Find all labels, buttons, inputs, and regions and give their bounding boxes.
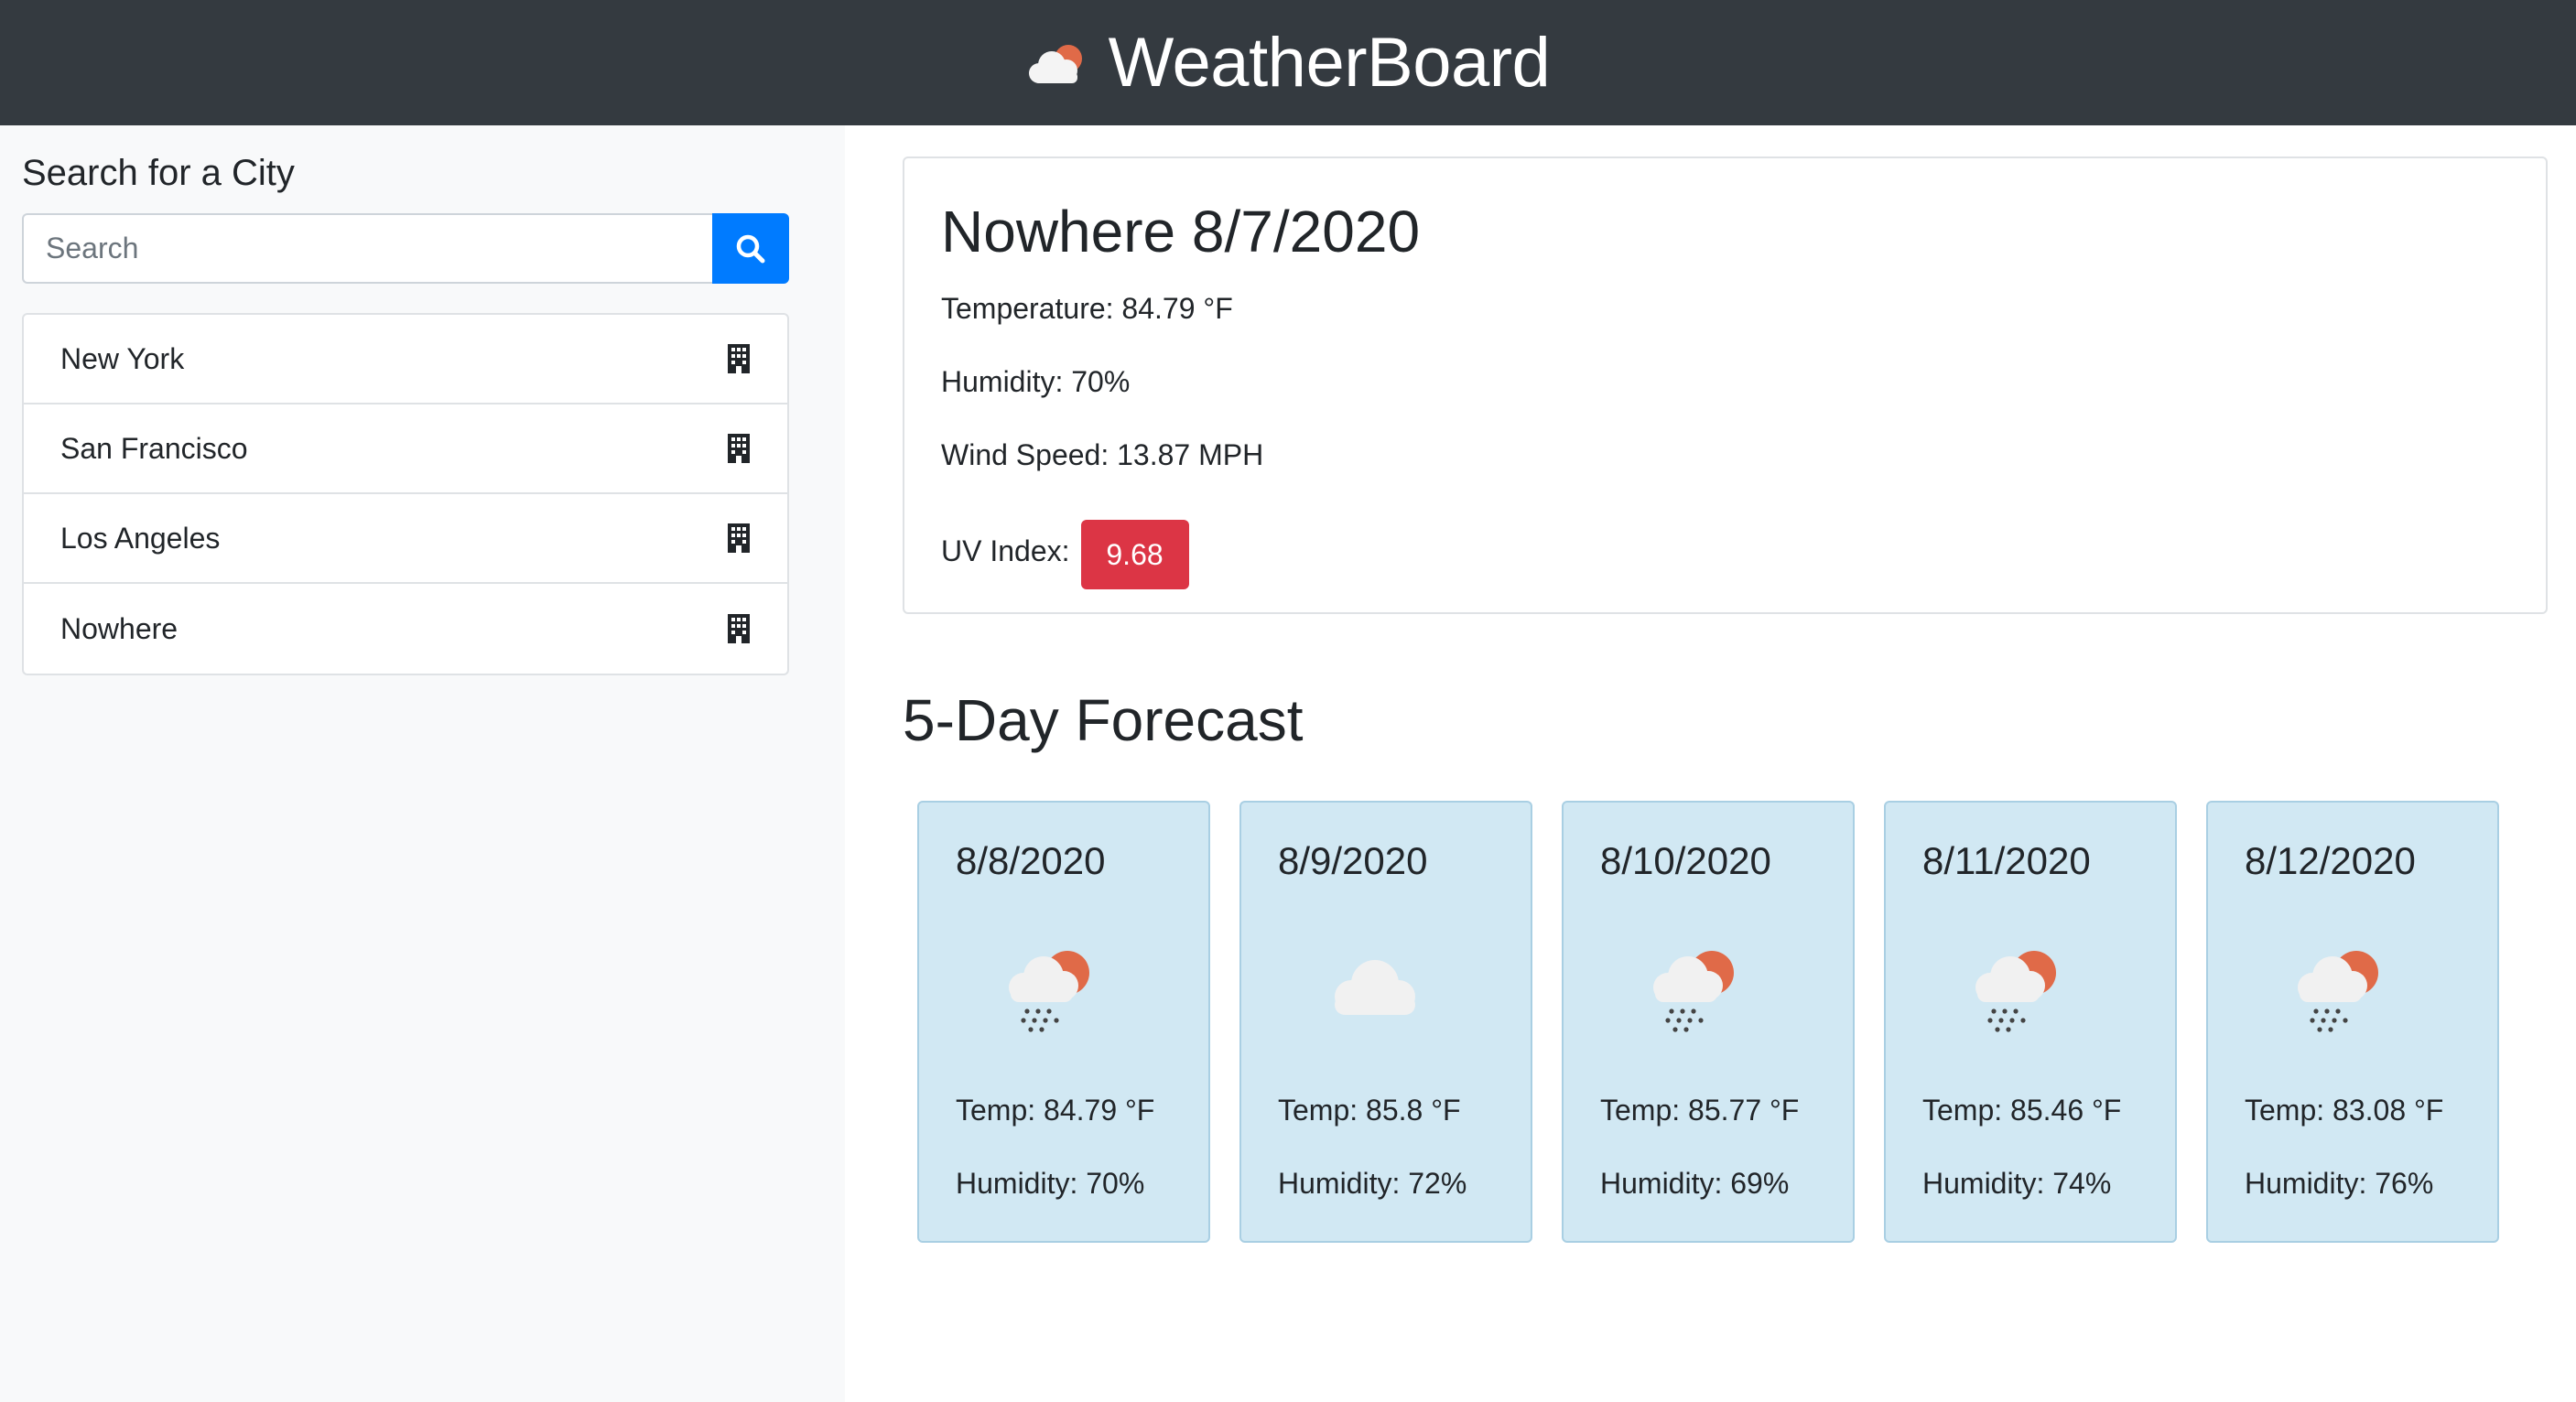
rain-sun-icon bbox=[1009, 951, 1089, 1032]
navbar: WeatherBoard bbox=[0, 0, 2576, 125]
uv-index-label: UV Index: bbox=[941, 534, 1070, 567]
building-icon bbox=[728, 614, 750, 643]
forecast-row: 8/8/2020 Temp: 84.79 °F Humidity: 70% 8/… bbox=[917, 801, 2499, 1243]
city-name: Los Angeles bbox=[60, 521, 221, 555]
sidebar-heading: Search for a City bbox=[22, 153, 295, 193]
forecast-temp: Temp: 85.8 °F bbox=[1278, 1094, 1461, 1127]
building-icon bbox=[728, 523, 750, 553]
forecast-card: 8/12/2020 Temp: 83.08 °F Humidity: 76% bbox=[2206, 801, 2499, 1243]
forecast-temp: Temp: 85.77 °F bbox=[1600, 1094, 1800, 1127]
rain-sun-icon bbox=[2298, 951, 2378, 1032]
rain-sun-icon bbox=[1975, 951, 2056, 1032]
current-wind-speed: Wind Speed: 13.87 MPH bbox=[941, 438, 1264, 471]
cloud-sun-icon bbox=[1028, 44, 1082, 83]
forecast-date: 8/11/2020 bbox=[1922, 839, 2091, 882]
forecast-date: 8/8/2020 bbox=[956, 839, 1106, 882]
brand[interactable]: WeatherBoard bbox=[1026, 23, 1551, 102]
search-input[interactable] bbox=[22, 213, 712, 284]
app-title: WeatherBoard bbox=[1108, 24, 1551, 102]
forecast-temp: Temp: 83.08 °F bbox=[2245, 1094, 2444, 1127]
forecast-humidity: Humidity: 72% bbox=[1278, 1167, 1467, 1200]
city-item-new-york[interactable]: New York bbox=[24, 315, 787, 404]
app-root: WeatherBoard Search for a City New York bbox=[0, 0, 2576, 1402]
forecast-card: 8/8/2020 Temp: 84.79 °F Humidity: 70% bbox=[917, 801, 1210, 1243]
search-icon bbox=[736, 234, 765, 263]
search-button[interactable] bbox=[712, 213, 789, 284]
cloud-icon bbox=[1335, 960, 1415, 1015]
city-list: New York San Francisco Los Angeles Nowhe… bbox=[22, 313, 789, 675]
forecast-temp: Temp: 84.79 °F bbox=[956, 1094, 1155, 1127]
forecast-date: 8/10/2020 bbox=[1600, 839, 1771, 882]
uv-index-row: UV Index: 9.68 bbox=[941, 520, 1189, 589]
forecast-date: 8/9/2020 bbox=[1278, 839, 1428, 882]
current-temperature: Temperature: 84.79 °F bbox=[941, 292, 1233, 325]
current-weather-card: Nowhere 8/7/2020 Temperature: 84.79 °F H… bbox=[903, 156, 2548, 614]
forecast-date: 8/12/2020 bbox=[2245, 839, 2416, 882]
city-item-san-francisco[interactable]: San Francisco bbox=[24, 404, 787, 494]
forecast-temp: Temp: 85.46 °F bbox=[1922, 1094, 2122, 1127]
forecast-humidity: Humidity: 69% bbox=[1600, 1167, 1790, 1200]
current-city-title: Nowhere 8/7/2020 bbox=[941, 199, 1421, 264]
forecast-humidity: Humidity: 70% bbox=[956, 1167, 1145, 1200]
forecast-card: 8/9/2020 Temp: 85.8 °F Humidity: 72% bbox=[1239, 801, 1532, 1243]
sidebar: Search for a City New York bbox=[0, 125, 845, 1402]
building-icon bbox=[728, 344, 750, 373]
uv-index-badge: 9.68 bbox=[1080, 520, 1189, 589]
city-item-los-angeles[interactable]: Los Angeles bbox=[24, 494, 787, 584]
rain-sun-icon bbox=[1653, 951, 1734, 1032]
current-humidity: Humidity: 70% bbox=[941, 365, 1131, 398]
forecast-card: 8/10/2020 Temp: 85.77 °F Humidity: 69% bbox=[1562, 801, 1855, 1243]
forecast-humidity: Humidity: 76% bbox=[2245, 1167, 2434, 1200]
city-name: San Francisco bbox=[60, 431, 248, 465]
building-icon bbox=[728, 434, 750, 463]
city-name: Nowhere bbox=[60, 611, 179, 645]
forecast-heading: 5-Day Forecast bbox=[903, 687, 1304, 753]
forecast-card: 8/11/2020 Temp: 85.46 °F Humidity: 74% bbox=[1884, 801, 2177, 1243]
forecast-humidity: Humidity: 74% bbox=[1922, 1167, 2112, 1200]
search-group bbox=[22, 213, 789, 284]
city-name: New York bbox=[60, 341, 185, 375]
city-item-nowhere[interactable]: Nowhere bbox=[24, 584, 787, 674]
